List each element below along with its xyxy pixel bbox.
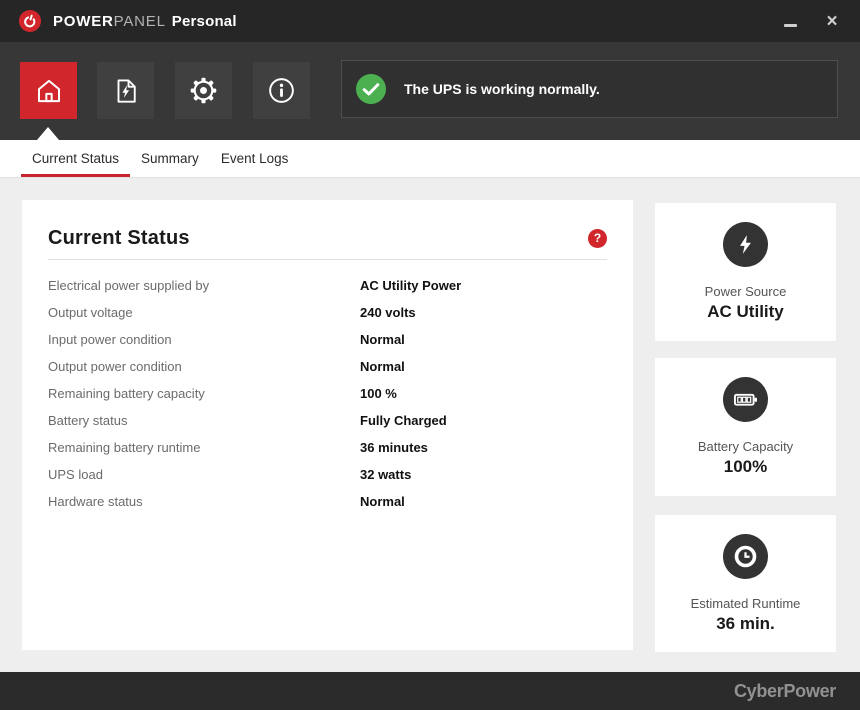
battery-capacity-icon-circle bbox=[723, 377, 768, 422]
power-source-value: AC Utility bbox=[707, 302, 784, 322]
nav-home-button[interactable] bbox=[20, 62, 77, 119]
question-mark-icon: ? bbox=[594, 231, 601, 245]
ups-status-banner: The UPS is working normally. bbox=[341, 60, 838, 118]
tab-current-status[interactable]: Current Status bbox=[21, 140, 130, 177]
close-icon: × bbox=[826, 12, 837, 31]
title-bar: POWERPANEL Personal × bbox=[0, 0, 860, 42]
powerpanel-logo-icon bbox=[18, 9, 42, 33]
tab-bar: Current Status Summary Event Logs bbox=[0, 140, 860, 178]
power-source-icon-circle bbox=[723, 222, 768, 267]
nav-report-button[interactable] bbox=[97, 62, 154, 119]
estimated-runtime-label: Estimated Runtime bbox=[691, 596, 801, 611]
status-rows: Electrical power supplied by AC Utility … bbox=[48, 272, 607, 515]
settings-gear-icon bbox=[187, 74, 220, 107]
nav-settings-button[interactable] bbox=[175, 62, 232, 119]
close-button[interactable]: × bbox=[818, 7, 846, 35]
home-icon bbox=[33, 75, 65, 107]
tab-event-logs[interactable]: Event Logs bbox=[210, 140, 300, 177]
ups-status-message: The UPS is working normally. bbox=[404, 81, 600, 97]
app-title-power: POWER bbox=[53, 13, 114, 30]
panel-title: Current Status bbox=[48, 227, 190, 250]
estimated-runtime-value: 36 min. bbox=[716, 614, 775, 634]
status-row-ups-load: UPS load 32 watts bbox=[48, 461, 607, 488]
status-row-input-condition: Input power condition Normal bbox=[48, 326, 607, 353]
toolbar: The UPS is working normally. bbox=[0, 42, 860, 140]
cyberpower-logo: CyberPower bbox=[734, 681, 836, 702]
nav-information-button[interactable] bbox=[253, 62, 310, 119]
estimated-runtime-card: Estimated Runtime 36 min. bbox=[655, 515, 836, 652]
status-row-battery-runtime: Remaining battery runtime 36 minutes bbox=[48, 434, 607, 461]
estimated-runtime-icon-circle bbox=[723, 534, 768, 579]
information-icon bbox=[266, 75, 297, 106]
help-button[interactable]: ? bbox=[588, 229, 607, 248]
battery-icon bbox=[732, 386, 759, 413]
status-row-battery-status: Battery status Fully Charged bbox=[48, 407, 607, 434]
status-row-output-condition: Output power condition Normal bbox=[48, 353, 607, 380]
status-row-battery-capacity: Remaining battery capacity 100 % bbox=[48, 380, 607, 407]
heading-divider bbox=[48, 259, 607, 260]
active-nav-pointer bbox=[37, 127, 59, 140]
power-source-card: Power Source AC Utility bbox=[655, 203, 836, 341]
clock-icon bbox=[732, 543, 759, 570]
tab-summary[interactable]: Summary bbox=[130, 140, 210, 177]
battery-capacity-label: Battery Capacity bbox=[698, 439, 793, 454]
report-document-icon bbox=[111, 76, 141, 106]
power-source-label: Power Source bbox=[705, 284, 787, 299]
app-title-panel: PANEL bbox=[114, 13, 166, 30]
battery-capacity-value: 100% bbox=[724, 457, 767, 477]
lightning-bolt-icon bbox=[734, 233, 757, 256]
current-status-panel: Current Status ? Electrical power suppli… bbox=[22, 200, 633, 650]
window-controls: × bbox=[776, 7, 860, 35]
status-row-hardware-status: Hardware status Normal bbox=[48, 488, 607, 515]
footer-bar: CyberPower bbox=[0, 672, 860, 710]
app-title-edition: Personal bbox=[172, 13, 237, 30]
status-ok-check-icon bbox=[356, 74, 386, 104]
minimize-button[interactable] bbox=[776, 7, 804, 35]
app-title: POWERPANEL Personal bbox=[53, 13, 237, 30]
minimize-icon bbox=[784, 24, 797, 27]
status-row-power-supply: Electrical power supplied by AC Utility … bbox=[48, 272, 607, 299]
status-row-output-voltage: Output voltage 240 volts bbox=[48, 299, 607, 326]
battery-capacity-card: Battery Capacity 100% bbox=[655, 358, 836, 496]
